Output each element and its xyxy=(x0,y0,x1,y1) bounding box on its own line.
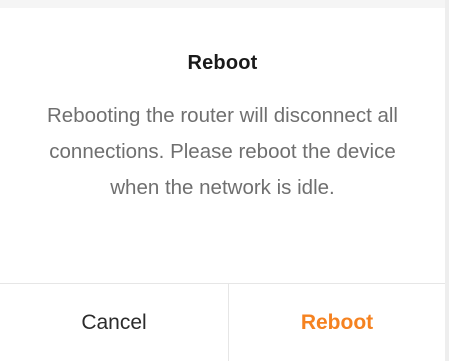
dialog-title: Reboot xyxy=(187,52,258,74)
cancel-button[interactable]: Cancel xyxy=(0,284,228,361)
dialog-right-edge xyxy=(445,0,449,361)
reboot-dialog: Reboot Rebooting the router will disconn… xyxy=(0,0,449,361)
dialog-top-edge xyxy=(0,0,449,8)
reboot-confirm-button[interactable]: Reboot xyxy=(229,284,445,361)
dialog-message: Rebooting the router will disconnect all… xyxy=(47,104,398,199)
